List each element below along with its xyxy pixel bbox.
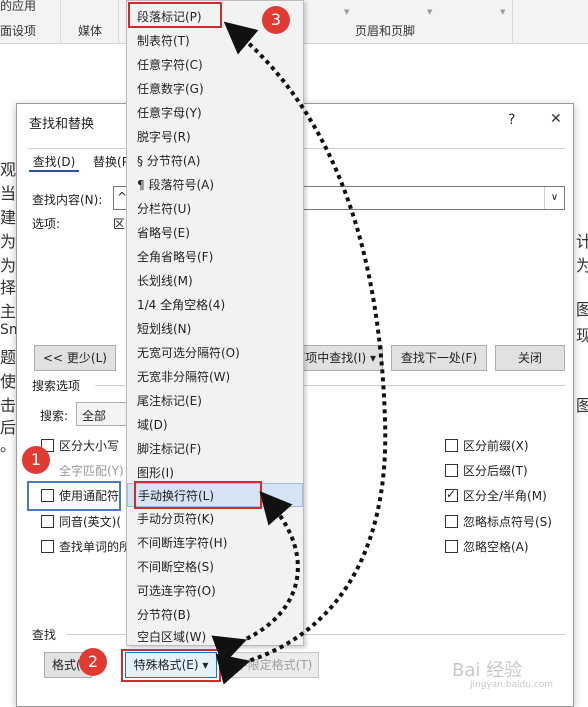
watermark: Bai 经验 [452, 660, 523, 681]
arrow-to-line-break [211, 490, 300, 666]
annotation-arrows [211, 21, 388, 685]
watermark-url: jingyan.baidu.com [470, 680, 554, 690]
step-badge-2: 2 [79, 648, 107, 676]
step-badge-1: 1 [22, 446, 50, 474]
step-badge-3: 3 [262, 6, 290, 34]
arrow-to-paragraph-mark [215, 21, 388, 685]
